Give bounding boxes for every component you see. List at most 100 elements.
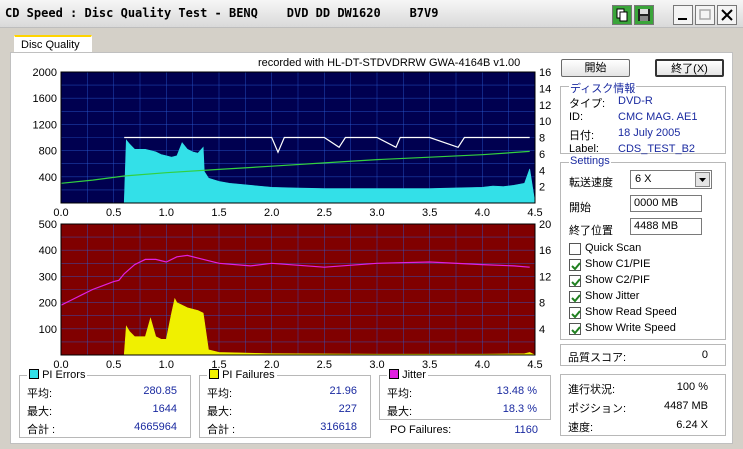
y-tick-label-left: 2000	[33, 67, 57, 79]
po-failures-value: 1160	[514, 424, 538, 436]
close-button[interactable]	[717, 5, 737, 25]
y-tick-label-right: 14	[539, 83, 551, 95]
y-tick-label-right: 4	[539, 165, 545, 177]
y-tick-label-right: 2	[539, 182, 545, 194]
jitter-value: 18.3 %	[502, 403, 537, 415]
progress-label: 速度:	[568, 422, 594, 434]
y-tick-label-left: 400	[39, 245, 57, 257]
disc-info-value: 18 July 2005	[618, 127, 681, 139]
jitter-legend: Jitter	[387, 369, 428, 381]
jitter-value: 13.48 %	[496, 385, 537, 397]
y-tick-label-left: 200	[39, 298, 57, 310]
pi-errors-label: 最大:	[27, 406, 53, 418]
checkbox-label: Show C1/PIE	[585, 258, 651, 270]
y-tick-label-left: 800	[39, 146, 57, 158]
speed-label: 転送速度	[569, 177, 613, 189]
quality-score-value: 0	[701, 349, 708, 361]
pi-errors-label: 合計 :	[27, 424, 56, 436]
pi-failures-label: 合計 :	[207, 424, 236, 436]
disc-info-label: 日付:	[569, 130, 595, 142]
maximize-button[interactable]	[695, 5, 715, 25]
disc-info-title: ディスク情報	[569, 80, 637, 96]
checkbox[interactable]	[569, 259, 581, 271]
y-tick-label-right: 16	[539, 67, 551, 79]
tab-label: Disc Quality	[21, 39, 80, 51]
start-position-label: 開始	[569, 202, 591, 214]
stop-button[interactable]: 終了(X)	[655, 59, 724, 77]
y-tick-label-right: 20	[539, 219, 551, 231]
start-position-input[interactable]: 0000 MB	[630, 195, 702, 212]
pi-failures-value: 227	[338, 403, 357, 415]
bottom-chart: 0.0 0.5 1.0 1.5 2.0 2.5 3.0 3.5 4.0 4.51002003004…	[39, 219, 552, 370]
checkbox[interactable]	[569, 307, 581, 319]
pi-failures-legend: PI Failures	[207, 369, 277, 381]
disc-info-label: Label:	[569, 143, 599, 155]
x-tick-label: 1.0	[159, 359, 174, 370]
y-tick-label-right: 12	[539, 271, 551, 283]
settings-title: Settings	[569, 155, 611, 167]
speed-value: 6 X	[635, 173, 652, 185]
y-tick-label-left: 1600	[33, 93, 57, 105]
checkbox-label: Show C2/PIF	[585, 274, 650, 286]
copy-icon[interactable]	[612, 5, 632, 25]
end-position-input[interactable]: 4488 MB	[630, 218, 702, 235]
pi-errors-legend: PI Errors	[27, 369, 88, 381]
save-icon[interactable]	[634, 5, 654, 25]
end-position-label: 終了位置	[569, 225, 613, 237]
pi-errors-label: 平均:	[27, 388, 53, 400]
disc-info-value: CMC MAG. AE1	[618, 111, 698, 123]
tab-disc-quality[interactable]: Disc Quality	[14, 35, 92, 53]
disc-info-label: タイプ:	[569, 98, 606, 110]
jitter-swatch	[389, 369, 399, 379]
pi-failures-swatch	[209, 369, 219, 379]
checkbox[interactable]	[569, 291, 581, 303]
y-tick-label-right: 12	[539, 100, 551, 112]
pi-errors-value: 1644	[152, 403, 177, 415]
pi-errors-value: 4665964	[134, 421, 177, 433]
start-button[interactable]: 開始	[561, 59, 630, 77]
quality-score-label: 品質スコア:	[568, 352, 627, 364]
y-tick-label-right: 8	[539, 133, 545, 145]
y-tick-label-left: 100	[39, 324, 57, 336]
y-tick-label-left: 300	[39, 271, 57, 283]
window-title: CD Speed : Disc Quality Test - BENQ DVD …	[5, 6, 439, 20]
y-tick-label-left: 500	[39, 219, 57, 231]
minimize-button[interactable]	[673, 5, 693, 25]
x-tick-label: 4.0	[475, 359, 490, 370]
y-tick-label-left: 1200	[33, 119, 57, 131]
chevron-down-icon[interactable]	[695, 172, 710, 187]
pi-failures-title: PI Failures	[222, 369, 275, 381]
x-tick-label: 4.5	[527, 359, 542, 370]
pi-errors-swatch	[29, 369, 39, 379]
x-tick-label: 3.0	[369, 359, 384, 370]
y-tick-label-right: 10	[539, 116, 551, 128]
top-chart: 0.0 0.5 1.0 1.5 2.0 2.5 3.0 3.5 4.0 4.54008001200…	[33, 67, 552, 219]
pi-failures-label: 最大:	[207, 406, 233, 418]
checkbox[interactable]	[569, 243, 581, 255]
checkbox-label: Show Read Speed	[585, 306, 677, 318]
jitter-title: Jitter	[402, 369, 426, 381]
pi-errors-value: 280.85	[143, 385, 177, 397]
checkbox[interactable]	[569, 323, 581, 335]
y-tick-label-right: 8	[539, 298, 545, 310]
pi-failures-value: 21.96	[329, 385, 357, 397]
title-bar: CD Speed : Disc Quality Test - BENQ DVD …	[0, 0, 743, 28]
x-tick-label: 2.5	[317, 359, 332, 370]
progress-value: 4487 MB	[663, 400, 708, 412]
checkbox[interactable]	[569, 275, 581, 287]
y-tick-label-left: 400	[39, 172, 57, 184]
progress-value: 100 %	[676, 381, 708, 393]
pi-errors-title: PI Errors	[42, 369, 86, 381]
speed-select[interactable]: 6 X	[630, 170, 712, 189]
disc-info-value: DVD-R	[618, 95, 653, 107]
checkbox-label: Show Write Speed	[585, 322, 676, 334]
y-tick-label-right: 6	[539, 149, 545, 161]
jitter-label: 平均:	[387, 388, 413, 400]
po-failures-label: PO Failures:	[390, 424, 452, 436]
jitter-label: 最大:	[387, 406, 413, 418]
x-tick-label: 0.5	[106, 359, 121, 370]
disc-info-value: CDS_TEST_B2	[618, 143, 696, 155]
checkbox-label: Quick Scan	[585, 242, 642, 254]
checkbox-label: Show Jitter	[585, 290, 640, 302]
disc-info-label: ID:	[569, 111, 584, 123]
